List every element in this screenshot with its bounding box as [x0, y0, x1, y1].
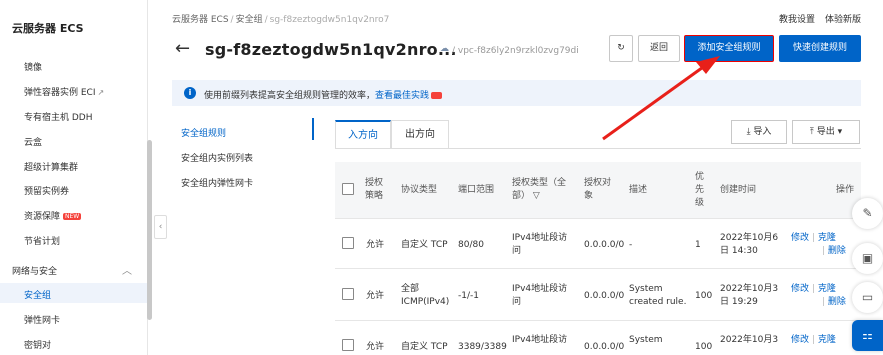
- annotation-arrow-shaft: [602, 63, 707, 141]
- annotation-arrow: [602, 56, 720, 141]
